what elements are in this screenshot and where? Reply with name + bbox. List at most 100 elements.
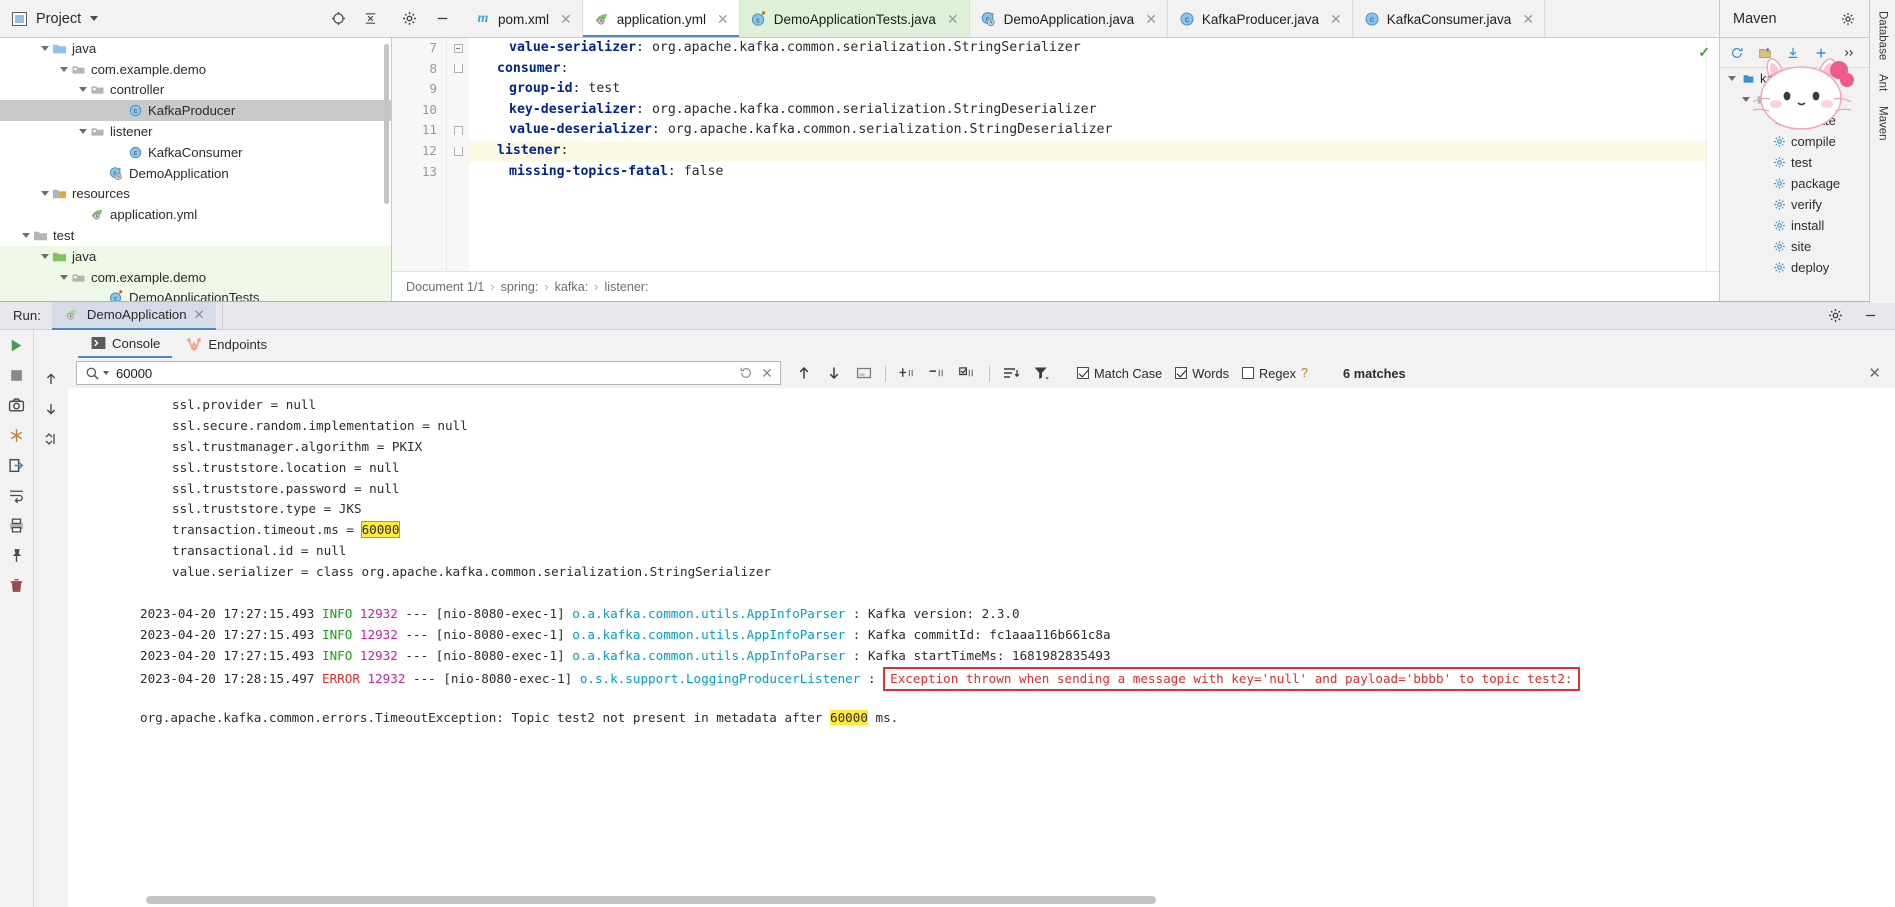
tree-expand-chevron-icon[interactable] [38, 45, 51, 51]
editor-tab-demoapplication[interactable]: c DemoApplication.java ✕ [970, 0, 1168, 37]
fold-marker[interactable] [447, 38, 469, 59]
gear-icon[interactable] [1839, 10, 1856, 27]
code-line[interactable]: group-id: test [469, 79, 1719, 100]
screenshot-icon[interactable] [8, 397, 25, 414]
regex-help-icon[interactable]: ? [1301, 366, 1308, 380]
more-actions-icon[interactable] [1840, 44, 1857, 61]
exit-icon[interactable] [8, 457, 25, 474]
select-lines-icon[interactable] [959, 365, 976, 382]
rerun-icon[interactable] [8, 337, 25, 354]
code-line[interactable]: listener: [469, 140, 1719, 162]
tree-item-demoapplication[interactable]: c DemoApplication [0, 163, 391, 184]
code-line[interactable]: value-deserializer: org.apache.kafka.com… [469, 120, 1719, 141]
refresh-icon[interactable] [1728, 44, 1745, 61]
tree-expand-chevron-icon[interactable] [57, 274, 70, 280]
words-checkbox[interactable] [1175, 367, 1188, 379]
code-line[interactable]: key-deserializer: org.apache.kafka.commo… [469, 100, 1719, 121]
fold-marker[interactable] [447, 141, 469, 162]
close-icon[interactable]: ✕ [1330, 11, 1342, 28]
editor-tab-demoapplicationtests[interactable]: c DemoApplicationTests.java ✕ [739, 0, 970, 37]
close-icon[interactable]: ✕ [560, 11, 572, 28]
download-sources-icon[interactable] [1784, 44, 1801, 61]
code-line[interactable]: value-serializer: org.apache.kafka.commo… [469, 38, 1719, 59]
code-line[interactable]: consumer: [469, 59, 1719, 80]
tree-item-demoapplicationtests[interactable]: c DemoApplicationTests [0, 287, 391, 301]
breadcrumb-item[interactable]: Document 1/1 [406, 280, 484, 294]
tree-expand-chevron-icon[interactable] [76, 87, 89, 93]
fold-marker[interactable] [447, 120, 469, 141]
close-icon[interactable]: ✕ [717, 11, 729, 28]
inspection-ok-icon[interactable]: ✓ [1698, 44, 1710, 61]
find-rerun-icon[interactable] [739, 365, 753, 382]
tab-console[interactable]: Console [78, 330, 173, 358]
words-option[interactable]: Words [1175, 366, 1229, 381]
add-icon[interactable] [1812, 44, 1829, 61]
chevron-down-icon[interactable] [1742, 97, 1750, 102]
editor-tab-application-yml[interactable]: application.yml ✕ [582, 0, 740, 37]
expand-lines-icon[interactable] [899, 365, 916, 382]
tool-window-button-maven[interactable]: Maven [1877, 101, 1889, 146]
tool-window-button-ant[interactable]: Ant [1877, 69, 1889, 96]
thread-dump-icon[interactable] [8, 427, 25, 444]
regex-checkbox[interactable] [1242, 367, 1255, 379]
code-content[interactable]: value-serializer: org.apache.kafka.commo… [469, 38, 1719, 271]
print-icon[interactable] [8, 517, 25, 534]
code-folding-column[interactable] [447, 38, 469, 271]
scroll-up-icon[interactable] [43, 370, 60, 387]
tree-item-application-yml[interactable]: application.yml [0, 204, 391, 225]
tree-item-kafkaproducer[interactable]: c KafkaProducer [0, 100, 391, 122]
chevron-down-icon[interactable] [1728, 76, 1736, 81]
minimize-icon[interactable] [434, 10, 451, 27]
close-icon[interactable]: ✕ [947, 11, 959, 28]
tree-expand-chevron-icon[interactable] [19, 233, 32, 239]
scroll-down-icon[interactable] [43, 400, 60, 417]
tree-item-com-example-demo[interactable]: com.example.demo [0, 59, 391, 80]
tab-endpoints[interactable]: Endpoints [174, 330, 279, 358]
stop-icon[interactable] [8, 367, 25, 384]
match-case-checkbox[interactable] [1077, 367, 1089, 379]
pin-icon[interactable] [8, 547, 25, 564]
project-tree[interactable]: java com.example.demo controller c KafkaProd… [0, 38, 392, 301]
add-maven-project-icon[interactable] [1756, 44, 1773, 61]
search-icon[interactable] [85, 366, 100, 381]
console-horizontal-scrollbar[interactable] [146, 896, 1156, 904]
search-input[interactable] [116, 365, 732, 381]
gear-icon[interactable] [1827, 307, 1844, 324]
open-in-editor-icon[interactable] [855, 365, 872, 382]
close-icon[interactable]: ✕ [1522, 11, 1534, 28]
match-case-option[interactable]: Match Case [1077, 366, 1162, 381]
regex-option[interactable]: Regex ? [1242, 366, 1308, 381]
breadcrumb[interactable]: Document 1/1 › spring: › kafka: › listener: [392, 271, 1719, 301]
tree-item-controller[interactable]: controller [0, 80, 391, 101]
minimize-icon[interactable] [1862, 307, 1879, 324]
editor-tab-pom[interactable]: m pom.xml ✕ [464, 0, 583, 37]
breadcrumb-item[interactable]: spring: [501, 280, 539, 294]
breadcrumb-item[interactable]: kafka: [555, 280, 589, 294]
clear-search-icon[interactable]: ✕ [760, 365, 774, 382]
tree-item-java[interactable]: java [0, 38, 391, 59]
tree-expand-chevron-icon[interactable] [76, 129, 89, 135]
expand-collapse-icon[interactable] [43, 430, 60, 447]
run-config-tab[interactable]: DemoApplication ✕ [51, 301, 217, 330]
code-line[interactable]: missing-topics-fatal: false [469, 162, 1719, 183]
tree-expand-chevron-icon[interactable] [38, 253, 51, 259]
tree-item-test[interactable]: test [0, 225, 391, 246]
close-find-icon[interactable]: ✕ [1868, 364, 1895, 382]
tree-item-com-example-demo[interactable]: com.example.demo [0, 266, 391, 288]
find-input-wrapper[interactable]: ✕ [76, 361, 781, 385]
breadcrumb-item[interactable]: listener: [604, 280, 648, 294]
find-next-icon[interactable] [825, 365, 842, 382]
chevron-down-icon[interactable] [90, 16, 99, 21]
editor-tab-kafkaproducer[interactable]: c KafkaProducer.java ✕ [1168, 0, 1353, 37]
soft-wrap-icon[interactable] [8, 487, 25, 504]
find-previous-icon[interactable] [795, 365, 812, 382]
tree-expand-chevron-icon[interactable] [38, 191, 51, 197]
collapse-all-icon[interactable] [362, 10, 379, 27]
wrap-text-icon[interactable] [1003, 365, 1020, 382]
tree-item-resources[interactable]: resources [0, 184, 391, 205]
tree-item-java[interactable]: java [0, 245, 391, 267]
close-icon[interactable]: ✕ [1145, 11, 1157, 28]
fold-marker[interactable] [447, 59, 469, 80]
project-tree-scrollbar[interactable] [384, 44, 389, 204]
tree-item-kafkaconsumer[interactable]: c KafkaConsumer [0, 142, 391, 163]
